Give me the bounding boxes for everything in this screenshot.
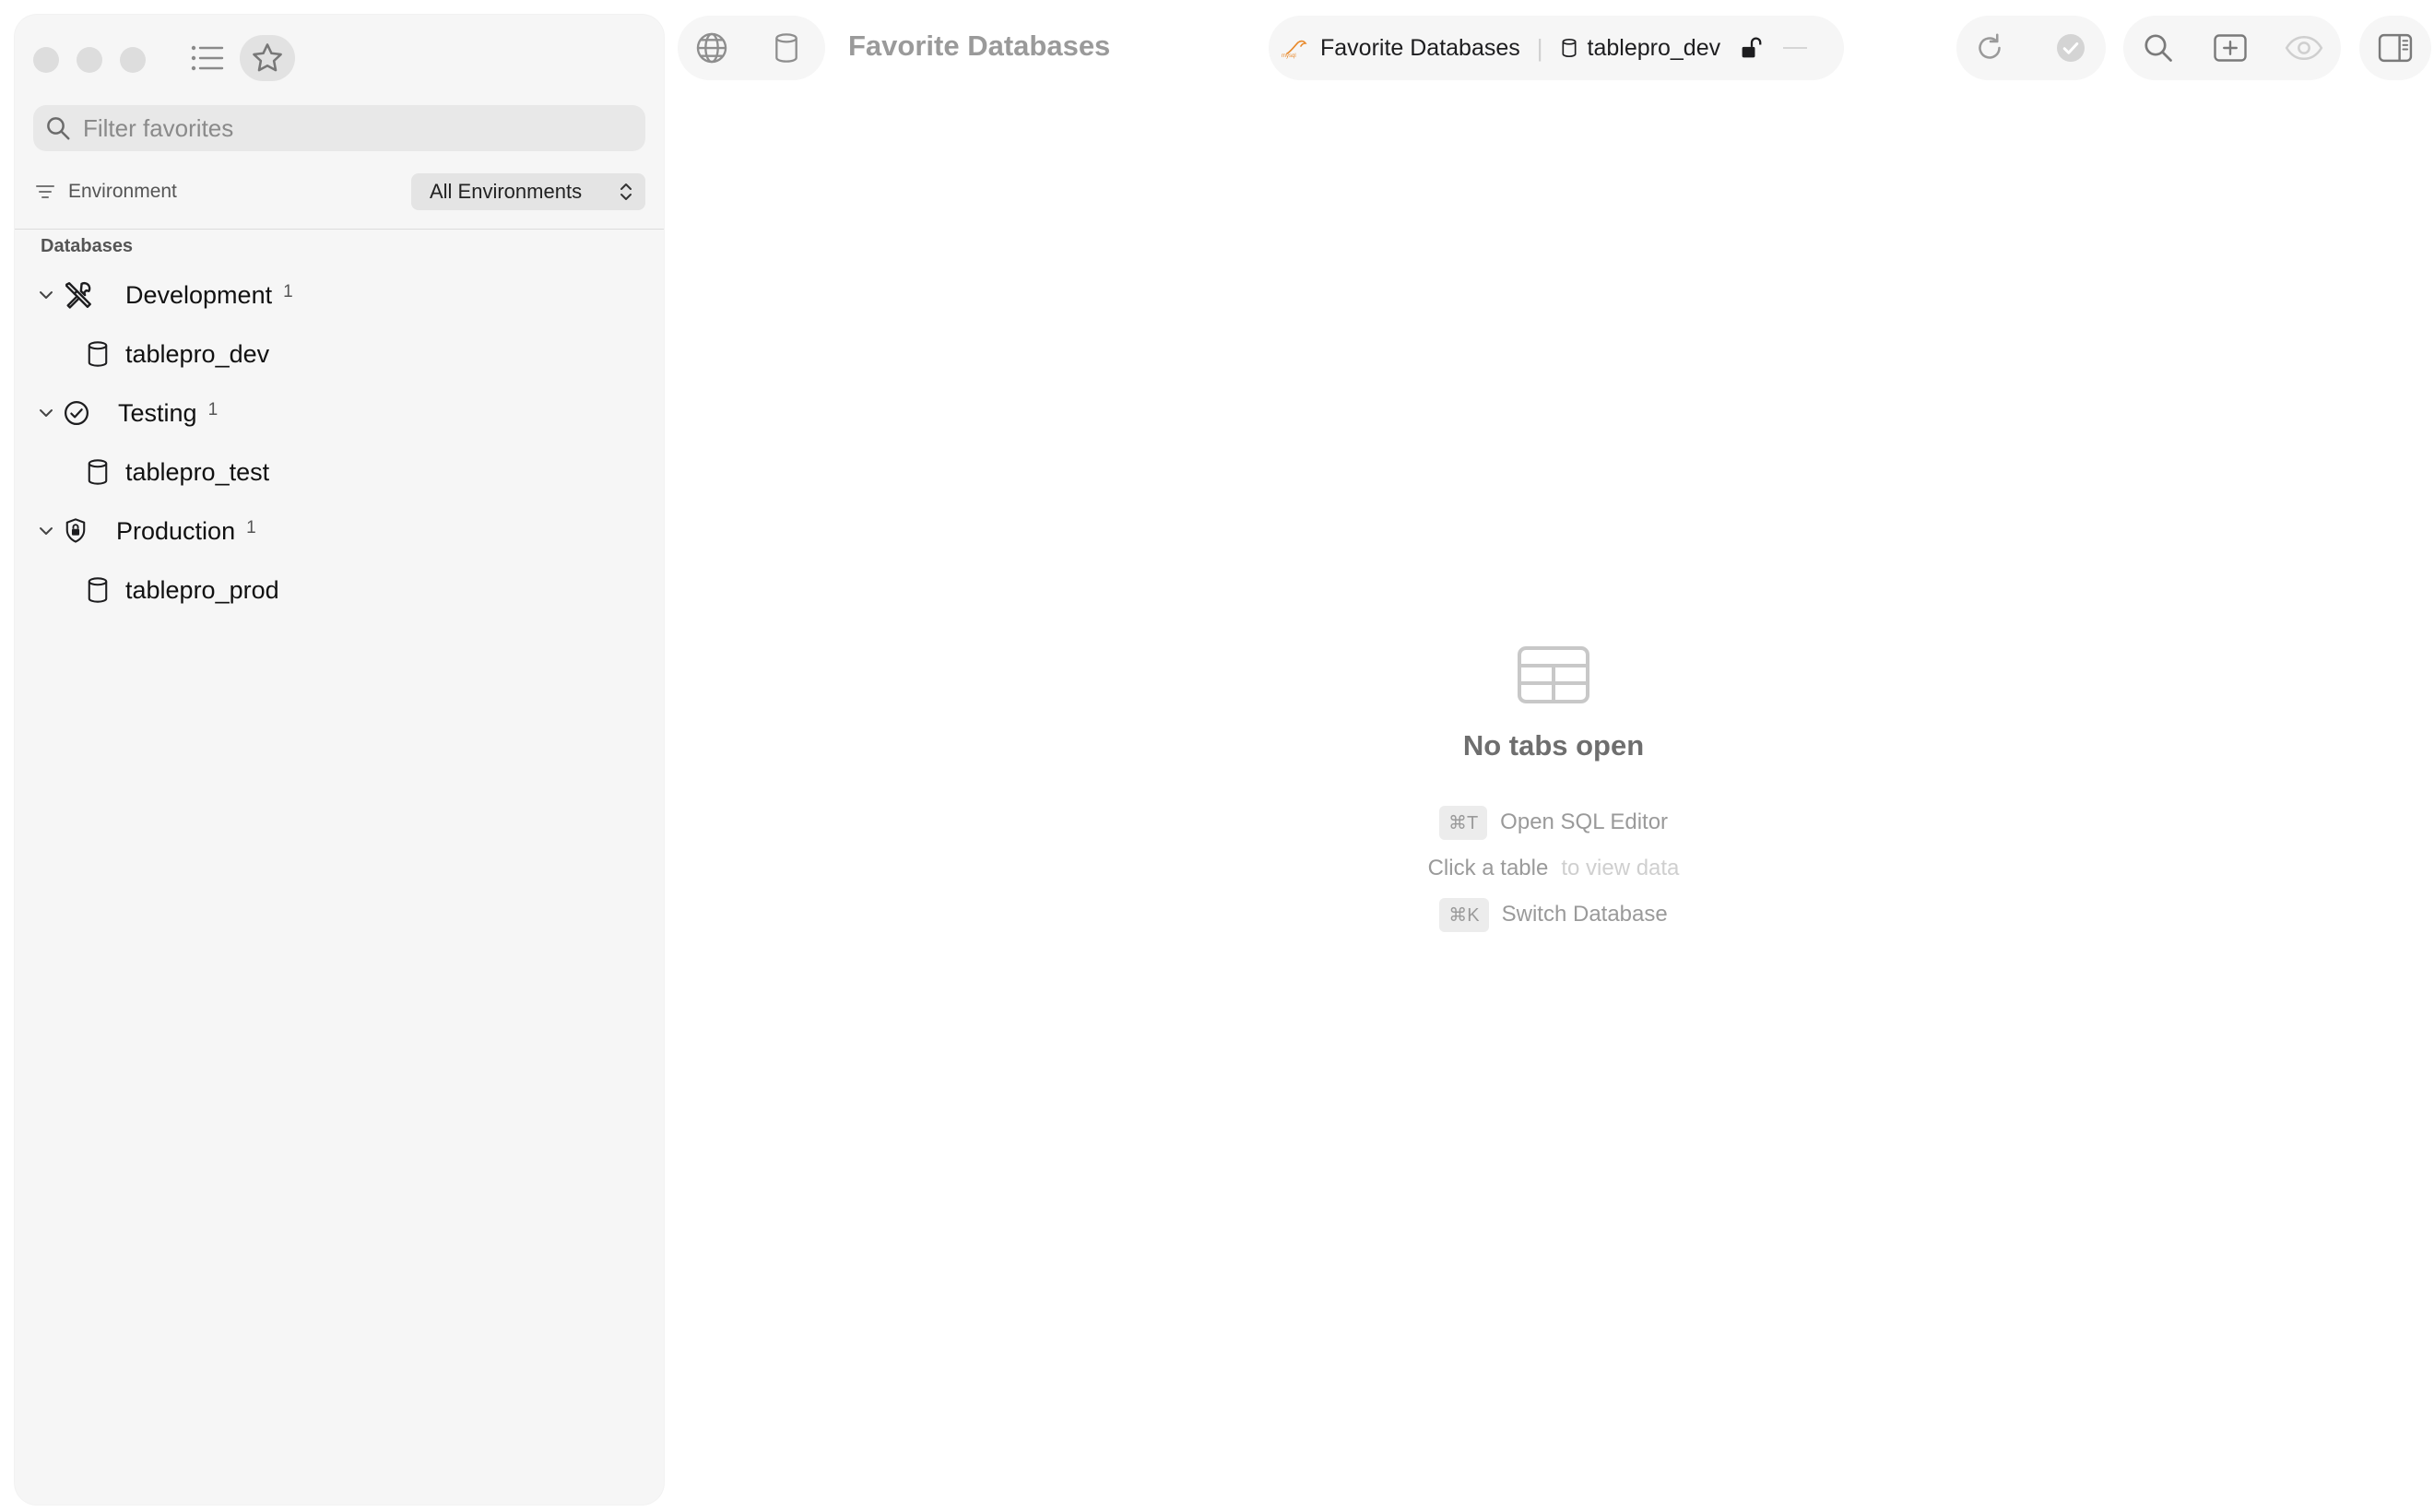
window-title: Favorite Databases [848,30,1111,62]
database-icon [88,341,108,367]
group-name: Development [125,280,273,309]
database-name: tablepro_test [125,457,270,486]
favorites-view-button[interactable] [240,35,295,81]
database-icon [88,577,108,603]
preview-button[interactable] [2276,20,2332,76]
filter-icon [36,185,54,198]
hint-click-table: Click a table to view data [1323,845,1784,892]
chevron-down-icon[interactable] [37,522,55,540]
database-icon [1562,38,1577,58]
database-name: tablepro_dev [125,339,270,368]
plus-square-icon [2214,34,2247,62]
breadcrumb-connection[interactable]: Favorite Databases [1320,35,1520,62]
list-view-button[interactable] [180,35,235,81]
progress-indicator-line [1783,47,1808,49]
star-icon [253,43,282,72]
group-row-testing[interactable]: Testing 1 [15,384,664,443]
tools-icon [65,281,91,309]
empty-state-title: No tabs open [1462,729,1645,762]
sidebar-divider [15,229,664,230]
chevron-down-icon[interactable] [37,404,55,422]
database-icon [88,459,108,485]
hint-text: Open SQL Editor [1500,809,1669,834]
group-row-development[interactable]: Development 1 [15,266,664,325]
shield-lock-icon [65,518,86,543]
zoom-window-button[interactable] [120,47,146,73]
group-name: Testing [118,398,197,427]
empty-state: No tabs open ⌘T Open SQL Editor Click a … [1323,645,1784,938]
database-icon [775,33,798,63]
shortcut-key: ⌘T [1438,805,1488,840]
database-item-tablepro-test[interactable]: tablepro_test [15,443,664,502]
mysql-logo-icon: mysql [1282,40,1307,59]
search-icon [47,117,70,140]
shortcut-key: ⌘K [1439,897,1489,932]
mysql-logo-text: mysql [1282,53,1296,59]
toggle-inspector-button[interactable] [2368,20,2423,76]
refresh-icon [1979,33,2001,59]
hint-switch-database[interactable]: ⌘K Switch Database [1323,892,1784,938]
eye-icon [2285,35,2323,61]
minimize-window-button[interactable] [77,47,102,73]
group-count-badge: 1 [207,400,219,419]
breadcrumb-separator: | [1536,33,1543,62]
check-circle-icon [65,401,89,425]
checkmark-circle-icon [2057,34,2085,62]
globe-icon [696,32,727,64]
hint-text: Switch Database [1501,902,1668,927]
environment-label: Environment [68,181,177,202]
table-icon [1518,646,1589,703]
database-item-tablepro-dev[interactable]: tablepro_dev [15,325,664,384]
search-field[interactable] [33,105,645,151]
breadcrumb-database[interactable]: tablepro_dev [1588,35,1721,62]
chevron-up-down-icon [620,183,632,200]
view-tools-group [2123,16,2341,80]
connection-controls-group [678,16,825,80]
sidebar: Environment All Environments Databases D… [15,15,664,1505]
group-count-badge: 1 [283,282,293,301]
list-icon [191,45,224,71]
hint-open-sql-editor[interactable]: ⌘T Open SQL Editor [1323,799,1784,845]
connections-button[interactable] [684,20,739,76]
search-icon [2145,34,2172,62]
database-name: tablepro_prod [125,575,279,604]
commit-button[interactable] [2043,20,2098,76]
group-row-production[interactable]: Production 1 [15,502,664,561]
environment-filter-row: Environment All Environments [33,171,645,212]
connection-breadcrumb[interactable]: mysql Favorite Databases | tablepro_dev [1269,16,1844,80]
database-switcher-button[interactable] [759,20,814,76]
hint-text: Click a table [1427,856,1549,880]
search-input[interactable] [81,112,620,144]
inspector-toggle-group [2359,16,2431,80]
section-title-databases: Databases [41,236,134,256]
unlock-icon[interactable] [1739,34,1765,62]
environment-select[interactable]: All Environments [411,173,645,210]
refresh-commit-group [1956,16,2106,80]
chevron-down-icon[interactable] [37,286,55,304]
search-button[interactable] [2131,20,2186,76]
hint-dim-text: to view data [1561,856,1680,880]
environment-select-value: All Environments [430,180,583,203]
close-window-button[interactable] [33,47,59,73]
sidebar-right-icon [2378,33,2413,63]
refresh-button[interactable] [1962,20,2017,76]
new-tab-button[interactable] [2203,20,2258,76]
group-count-badge: 1 [246,518,256,537]
database-item-tablepro-prod[interactable]: tablepro_prod [15,561,664,620]
group-name: Production [116,516,236,545]
favorites-tree: Development 1 tablepro_dev Testing 1 tab… [15,266,664,620]
